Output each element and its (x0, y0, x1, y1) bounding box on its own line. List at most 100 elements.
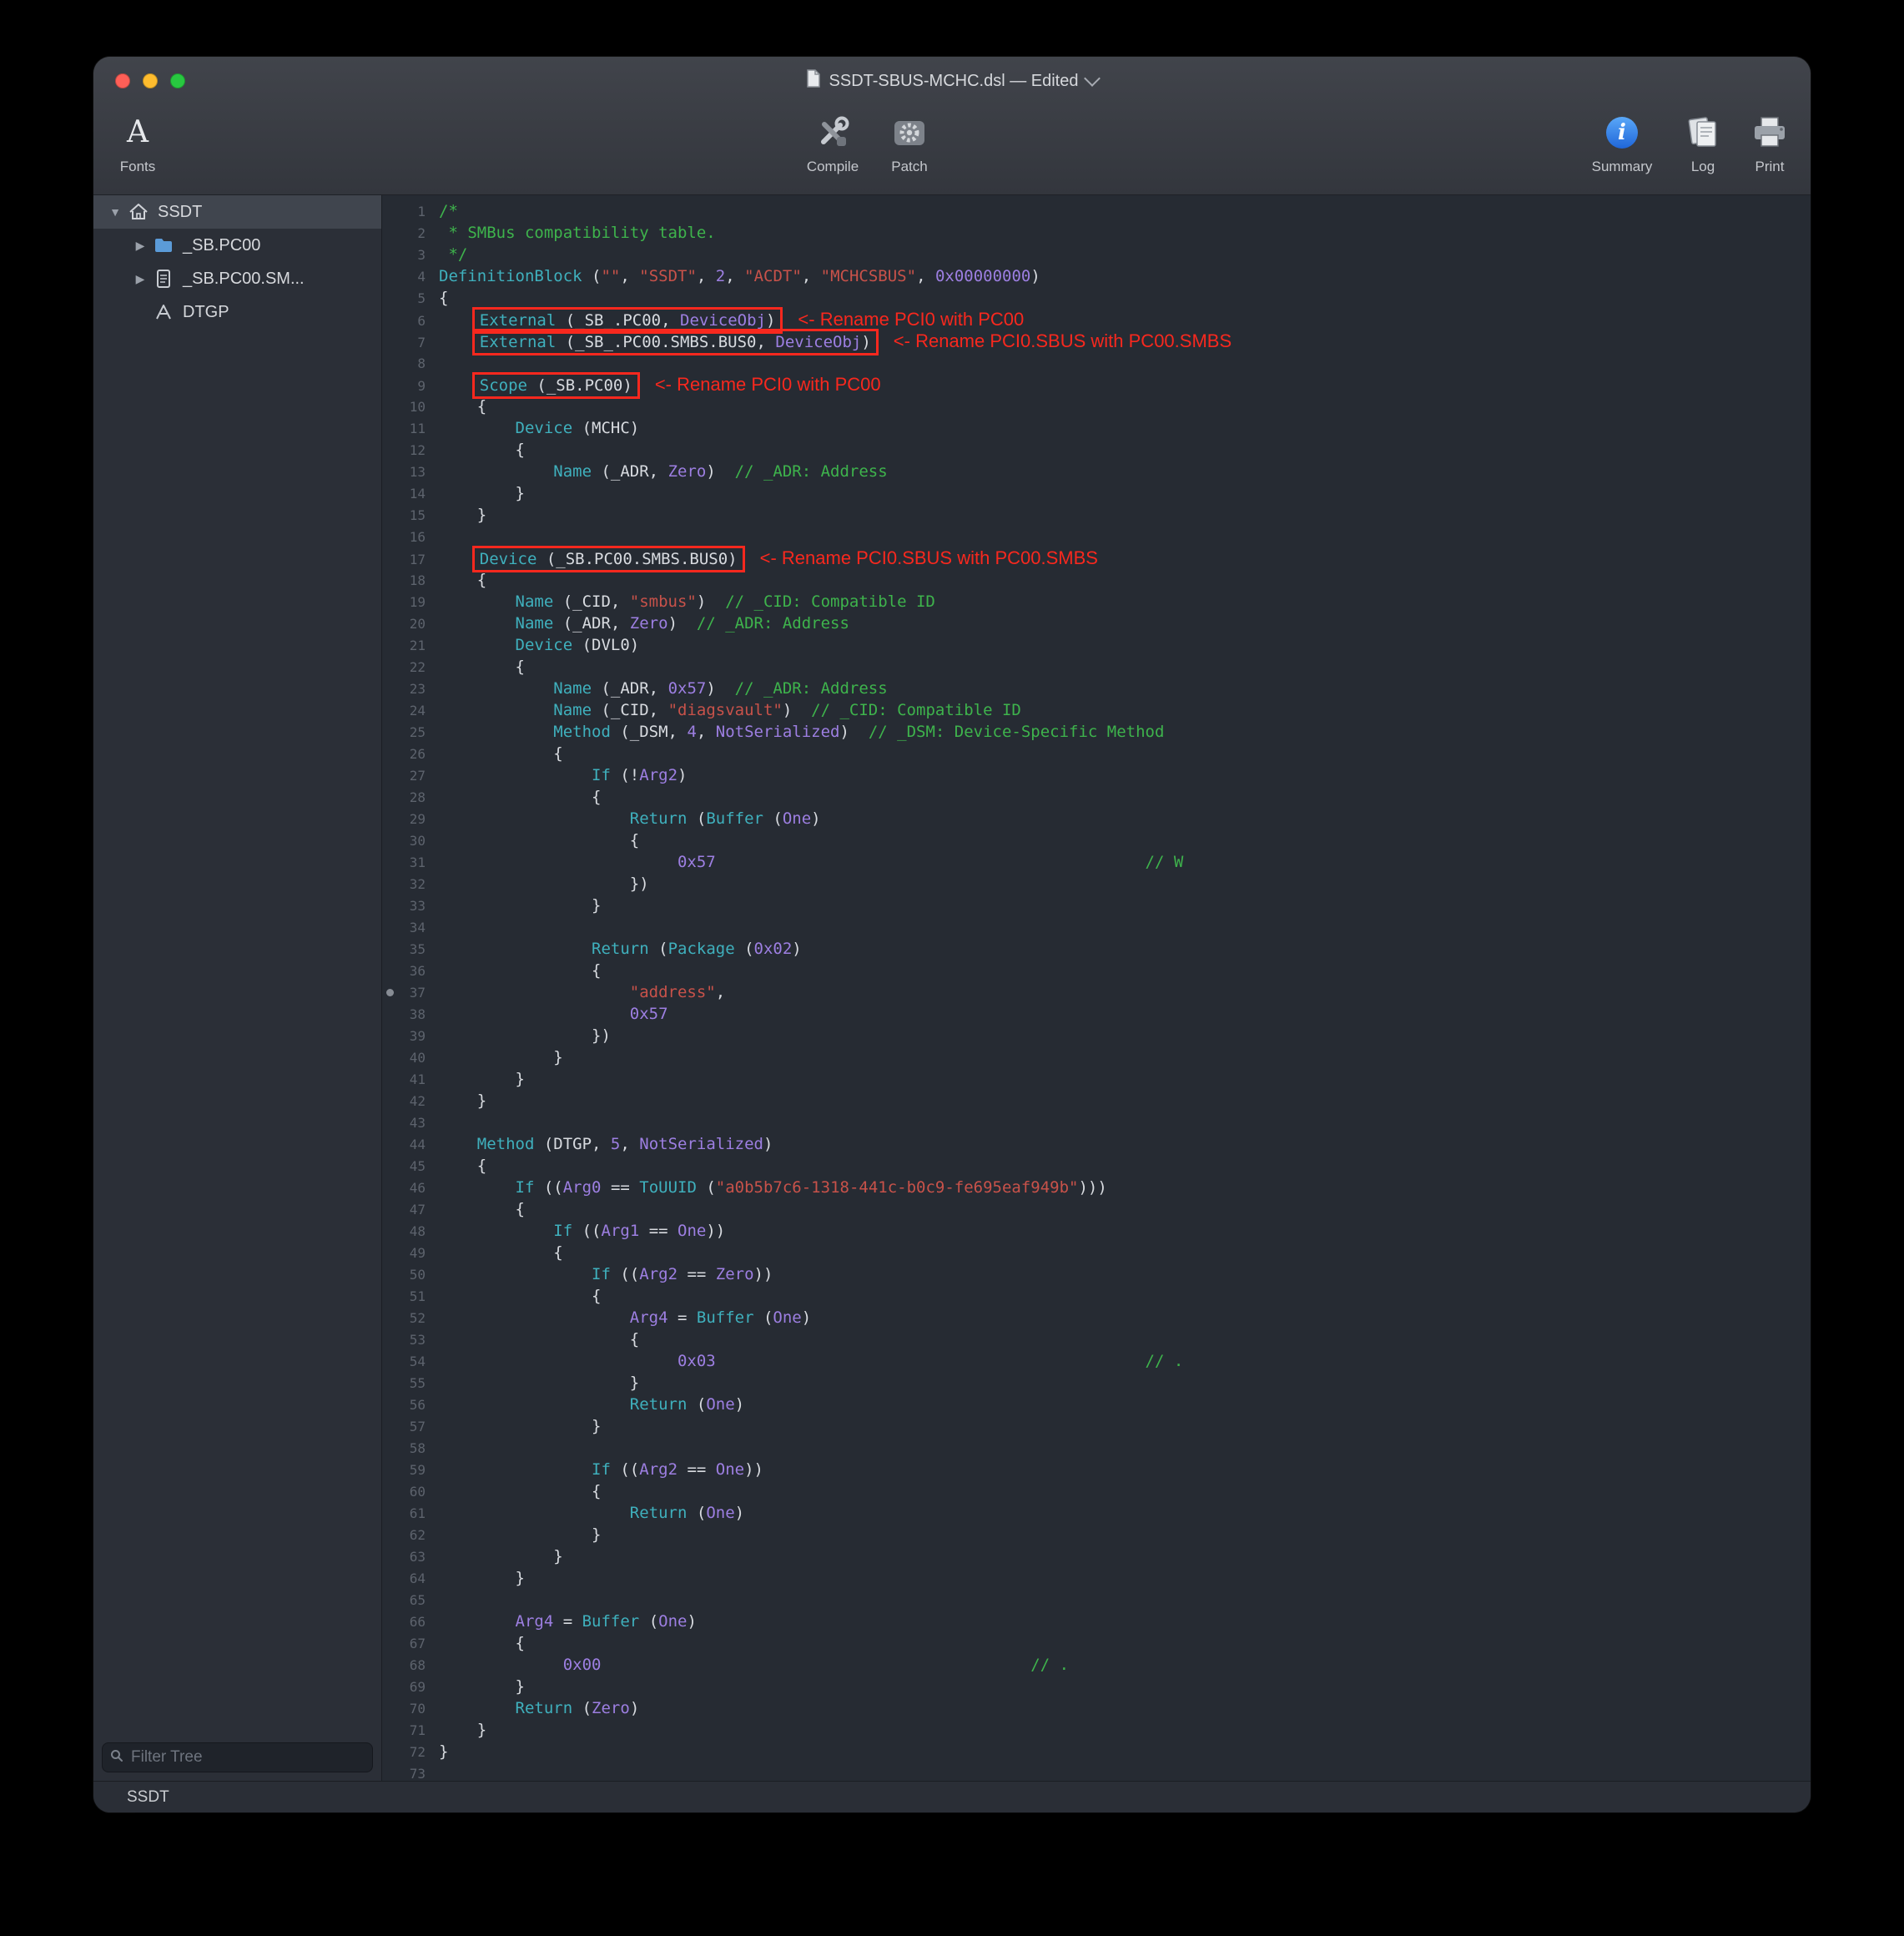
code-line[interactable]: 44 Method (DTGP, 5, NotSerialized) (382, 1133, 1811, 1155)
code-line[interactable]: 52 Arg4 = Buffer (One) (382, 1307, 1811, 1328)
code-line[interactable]: 23 Name (_ADR, 0x57) // _ADR: Address (382, 678, 1811, 699)
document-proxy-icon[interactable] (806, 69, 821, 93)
code-line[interactable]: 3 */ (382, 244, 1811, 265)
code-line[interactable]: 57 } (382, 1415, 1811, 1437)
code-line[interactable]: 37 "address", (382, 981, 1811, 1003)
code-line[interactable]: 24 Name (_CID, "diagsvault") // _CID: Co… (382, 699, 1811, 721)
code-line[interactable]: 69 } (382, 1676, 1811, 1697)
code-line[interactable]: 29 Return (Buffer (One) (382, 808, 1811, 829)
code-line[interactable]: 64 } (382, 1567, 1811, 1589)
code-line[interactable]: 70 Return (Zero) (382, 1697, 1811, 1719)
code-line[interactable]: 42 } (382, 1090, 1811, 1112)
compile-toolbar-button[interactable]: Compile (787, 108, 879, 175)
code-line[interactable]: 25 Method (_DSM, 4, NotSerialized) // _D… (382, 721, 1811, 743)
code-line[interactable]: 17 Device (_SB.PC00.SMBS.BUS0)<- Rename … (382, 547, 1811, 569)
code-line[interactable]: 41 } (382, 1068, 1811, 1090)
line-number: 49 (382, 1243, 439, 1264)
code-line[interactable]: 71 } (382, 1719, 1811, 1741)
code-line[interactable]: 32 }) (382, 873, 1811, 895)
code-line[interactable]: 8 (382, 352, 1811, 374)
code-line[interactable]: 54 0x03 // . (382, 1350, 1811, 1372)
code-text: External (_SB_.PC00.SMBS.BUS0, DeviceObj… (439, 333, 1232, 351)
fonts-label: Fonts (120, 159, 156, 175)
code-line[interactable]: 59 If ((Arg2 == One)) (382, 1459, 1811, 1480)
code-line[interactable]: 53 { (382, 1328, 1811, 1350)
code-line[interactable]: 2 * SMBus compatibility table. (382, 222, 1811, 244)
code-line[interactable]: 34 (382, 916, 1811, 938)
code-line[interactable]: 39 }) (382, 1025, 1811, 1046)
code-line[interactable]: 16 (382, 526, 1811, 547)
sidebar-item-sb-pc00-smbs[interactable]: ▶ _SB.PC00.SM... (93, 262, 381, 295)
code-line[interactable]: 49 { (382, 1242, 1811, 1263)
code-line[interactable]: 43 (382, 1112, 1811, 1133)
log-toolbar-button[interactable]: Log (1674, 108, 1732, 175)
code-line[interactable]: 30 { (382, 829, 1811, 851)
patch-toolbar-button[interactable]: Patch (872, 108, 947, 175)
code-line[interactable]: 7 External (_SB_.PC00.SMBS.BUS0, DeviceO… (382, 330, 1811, 352)
code-text: Device (MCHC) (439, 419, 639, 437)
code-line[interactable]: 55 } (382, 1372, 1811, 1394)
disclosure-triangle-icon[interactable]: ▶ (130, 239, 150, 253)
code-line[interactable]: 65 (382, 1589, 1811, 1611)
code-area[interactable]: 1/*2 * SMBus compatibility table.3 */4De… (382, 195, 1811, 1781)
code-line[interactable]: 31 0x57 // W (382, 851, 1811, 873)
sidebar-item-ssdt[interactable]: ▼ SSDT (93, 195, 381, 229)
code-line[interactable]: 72} (382, 1741, 1811, 1762)
code-line[interactable]: 68 0x00 // . (382, 1654, 1811, 1676)
code-line[interactable]: 26 { (382, 743, 1811, 764)
chevron-down-icon[interactable] (1085, 70, 1101, 87)
code-line[interactable]: 13 Name (_ADR, Zero) // _ADR: Address (382, 461, 1811, 482)
code-line[interactable]: 46 If ((Arg0 == ToUUID ("a0b5b7c6-1318-4… (382, 1177, 1811, 1198)
code-line[interactable]: 22 { (382, 656, 1811, 678)
code-line[interactable]: 48 If ((Arg1 == One)) (382, 1220, 1811, 1242)
code-line[interactable]: 50 If ((Arg2 == Zero)) (382, 1263, 1811, 1285)
code-line[interactable]: 51 { (382, 1285, 1811, 1307)
code-line[interactable]: 40 } (382, 1046, 1811, 1068)
line-number: 34 (382, 917, 439, 939)
code-line[interactable]: 47 { (382, 1198, 1811, 1220)
code-line[interactable]: 58 (382, 1437, 1811, 1459)
code-line[interactable]: 19 Name (_CID, "smbus") // _CID: Compati… (382, 591, 1811, 613)
fonts-toolbar-button[interactable]: A Fonts (100, 108, 175, 175)
code-line[interactable]: 45 { (382, 1155, 1811, 1177)
code-line[interactable]: 61 Return (One) (382, 1502, 1811, 1524)
code-line[interactable]: 20 Name (_ADR, Zero) // _ADR: Address (382, 613, 1811, 634)
disclosure-triangle-icon[interactable]: ▼ (105, 205, 125, 219)
code-line[interactable]: 27 If (!Arg2) (382, 764, 1811, 786)
code-line[interactable]: 1/* (382, 200, 1811, 222)
code-text: If (!Arg2) (439, 766, 687, 784)
code-line[interactable]: 11 Device (MCHC) (382, 417, 1811, 439)
code-line[interactable]: 28 { (382, 786, 1811, 808)
code-line[interactable]: 73 (382, 1762, 1811, 1781)
window-header[interactable]: SSDT-SBUS-MCHC.dsl — Edited A Fonts Comp… (93, 57, 1811, 195)
filter-tree-input[interactable] (129, 1747, 365, 1767)
code-line[interactable]: 33 } (382, 895, 1811, 916)
print-toolbar-button[interactable]: Print (1734, 108, 1806, 175)
code-line[interactable]: 63 } (382, 1545, 1811, 1567)
sidebar-item-dtgp[interactable]: DTGP (93, 295, 381, 329)
line-number: 7 (382, 332, 439, 354)
code-line[interactable]: 35 Return (Package (0x02) (382, 938, 1811, 960)
code-line[interactable]: 38 0x57 (382, 1003, 1811, 1025)
code-line[interactable]: 12 { (382, 439, 1811, 461)
code-line[interactable]: 14 } (382, 482, 1811, 504)
code-line[interactable]: 67 { (382, 1632, 1811, 1654)
code-line[interactable]: 15 } (382, 504, 1811, 526)
code-line[interactable]: 4DefinitionBlock ("", "SSDT", 2, "ACDT",… (382, 265, 1811, 287)
folder-icon (150, 237, 177, 254)
code-line[interactable]: 21 Device (DVL0) (382, 634, 1811, 656)
code-line[interactable]: 9 Scope (_SB.PC00)<- Rename PCI0 with PC… (382, 374, 1811, 396)
sidebar-item-sb-pc00[interactable]: ▶ _SB.PC00 (93, 229, 381, 262)
code-line[interactable]: 5{ (382, 287, 1811, 309)
code-line[interactable]: 60 { (382, 1480, 1811, 1502)
code-line[interactable]: 6 External (_SB_.PC00, DeviceObj)<- Rena… (382, 309, 1811, 330)
filter-tree-field[interactable] (102, 1742, 373, 1772)
code-line[interactable]: 62 } (382, 1524, 1811, 1545)
code-line[interactable]: 18 { (382, 569, 1811, 591)
code-line[interactable]: 66 Arg4 = Buffer (One) (382, 1611, 1811, 1632)
disclosure-triangle-icon[interactable]: ▶ (130, 272, 150, 286)
code-line[interactable]: 10 { (382, 396, 1811, 417)
code-line[interactable]: 36 { (382, 960, 1811, 981)
summary-toolbar-button[interactable]: i Summary (1572, 108, 1672, 175)
code-line[interactable]: 56 Return (One) (382, 1394, 1811, 1415)
